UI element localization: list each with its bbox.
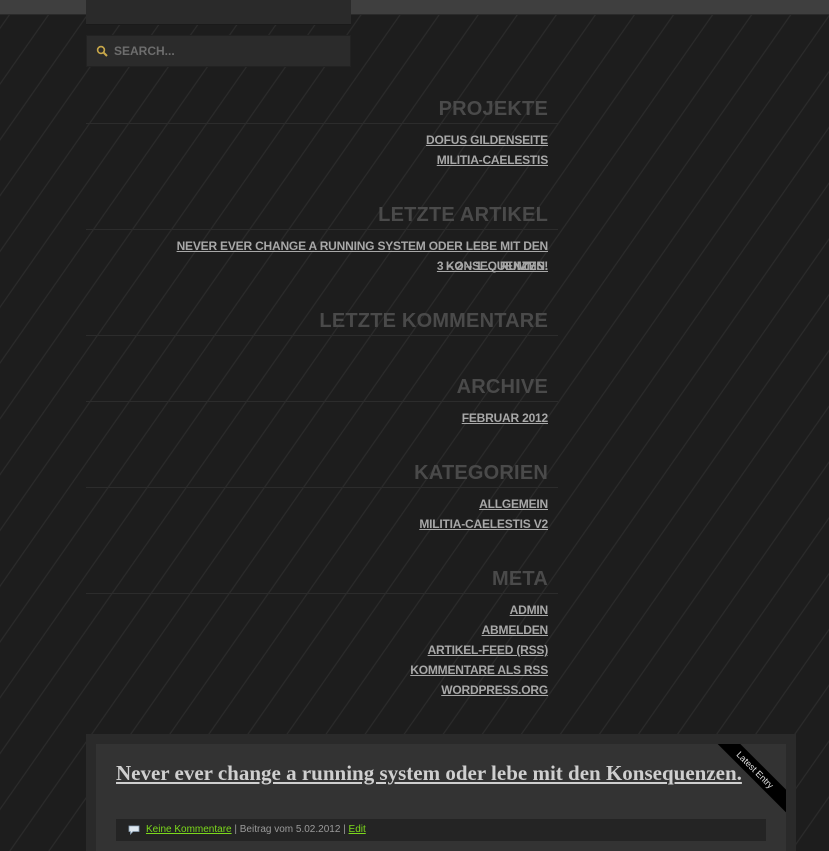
archive-list: FEBRUAR 2012 <box>86 408 558 428</box>
link-dofus-gildenseite[interactable]: DOFUS GILDENSEITE <box>426 133 548 147</box>
kategorien-list: ALLGEMEIN MILITIA-CAELESTIS V2 <box>86 494 558 534</box>
meta-list: ADMIN ABMELDEN ARTIKEL-FEED (RSS) KOMMEN… <box>86 600 558 700</box>
search-box[interactable] <box>86 35 351 67</box>
widget-title-letzte-kommentare: LETZTE KOMMENTARE <box>86 308 558 336</box>
link-artikel-feed[interactable]: ARTIKEL-FEED (RSS) <box>428 643 549 657</box>
post-title: Never ever change a running system oder … <box>116 762 766 784</box>
list-item: ARTIKEL-FEED (RSS) <box>86 640 549 660</box>
post-card: Never ever change a running system oder … <box>96 744 786 851</box>
link-admin[interactable]: ADMIN <box>510 603 549 617</box>
widget-letzte-kommentare: LETZTE KOMMENTARE <box>86 308 558 336</box>
list-item: ALLGEMEIN <box>86 494 548 514</box>
list-item: KOMMENTARE ALS RSS <box>86 660 548 680</box>
edit-link[interactable]: Edit <box>349 819 366 841</box>
post-date-text: | Beitrag vom 5.02.2012 | <box>231 824 349 835</box>
link-category-allgemein[interactable]: ALLGEMEIN <box>479 497 548 511</box>
widget-meta: META ADMIN ABMELDEN ARTIKEL-FEED (RSS) K… <box>86 566 558 700</box>
widget-title-archive: ARCHIVE <box>86 374 558 402</box>
widget-title-letzte-artikel: LETZTE ARTIKEL <box>86 202 558 230</box>
list-item: NEVER EVER CHANGE A RUNNING SYSTEM ODER … <box>86 236 549 273</box>
widget-title-meta: META <box>86 566 558 594</box>
projekte-list: DOFUS GILDENSEITE MILITIA-CAELESTIS <box>86 130 558 170</box>
link-kommentare-rss[interactable]: KOMMENTARE ALS RSS <box>410 663 548 677</box>
widget-projekte: PROJEKTE DOFUS GILDENSEITE MILITIA-CAELE… <box>86 96 558 170</box>
link-militia-caelestis[interactable]: MILITIA-CAELESTIS <box>437 153 548 167</box>
list-item: MILITIA-CAELESTIS V2 <box>86 514 548 534</box>
list-item: MILITIA-CAELESTIS <box>86 150 548 170</box>
widget-archive: ARCHIVE FEBRUAR 2012 <box>86 374 558 428</box>
widget-title-projekte: PROJEKTE <box>86 96 558 124</box>
letzte-artikel-list: NEVER EVER CHANGE A RUNNING SYSTEM ODER … <box>86 236 558 276</box>
previous-widget-box <box>86 0 351 25</box>
list-item: ABMELDEN <box>86 620 549 640</box>
search-icon <box>96 45 108 57</box>
comment-bubble-icon <box>128 825 140 835</box>
list-item: ADMIN <box>86 600 549 620</box>
list-item: DOFUS GILDENSEITE <box>86 130 548 150</box>
list-item: 3 – 2 – 1 … RUMMS! <box>86 256 548 276</box>
widget-kategorien: KATEGORIEN ALLGEMEIN MILITIA-CAELESTIS V… <box>86 460 558 534</box>
link-wordpress-org[interactable]: WORDPRESS.ORG <box>441 683 548 697</box>
search-input[interactable] <box>114 44 334 58</box>
link-archive-februar-2012[interactable]: FEBRUAR 2012 <box>462 411 548 425</box>
widget-title-kategorien: KATEGORIEN <box>86 460 558 488</box>
post-title-link[interactable]: Never ever change a running system oder … <box>116 761 742 785</box>
comments-link[interactable]: Keine Kommentare <box>146 819 232 841</box>
list-item: WORDPRESS.ORG <box>86 680 548 700</box>
list-item: FEBRUAR 2012 <box>86 408 548 428</box>
link-abmelden[interactable]: ABMELDEN <box>482 623 549 637</box>
widget-letzte-artikel: LETZTE ARTIKEL NEVER EVER CHANGE A RUNNI… <box>86 202 558 276</box>
link-recent-post-2[interactable]: 3 – 2 – 1 … RUMMS! <box>437 259 548 273</box>
post-meta-bar: Keine Kommentare | Beitrag vom 5.02.2012… <box>116 819 766 841</box>
link-category-militia-caelestis-v2[interactable]: MILITIA-CAELESTIS V2 <box>419 517 548 531</box>
